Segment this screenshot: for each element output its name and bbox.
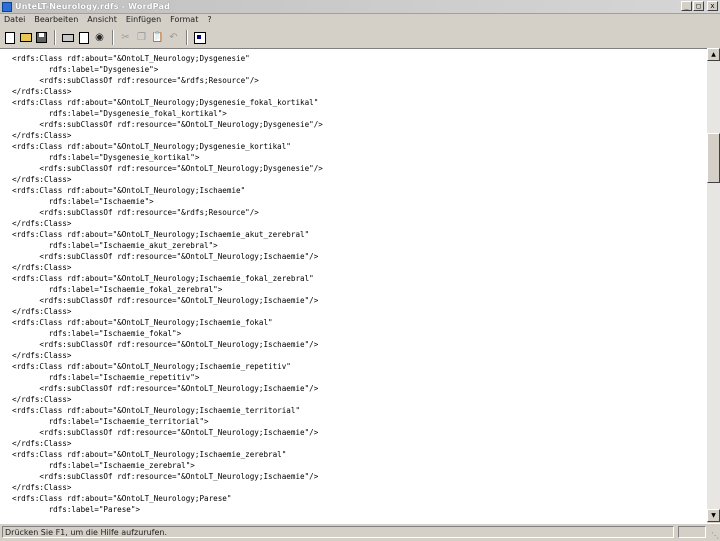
document-line: rdfs:label="Ischaemie_territorial">: [12, 417, 209, 426]
toolbar-separator: [54, 30, 56, 45]
menu-format[interactable]: Format: [166, 15, 203, 24]
document-line: rdfs:label="Dysgenesie_kortikal">: [12, 153, 200, 162]
window-controls: _ □ x: [681, 1, 718, 11]
document-line: </rdfs:Class>: [12, 307, 72, 316]
document-line: <rdfs:subClassOf rdf:resource="&OntoLT_N…: [12, 296, 319, 305]
scroll-thumb[interactable]: [707, 133, 720, 183]
menu-einfuegen[interactable]: Einfügen: [122, 15, 166, 24]
document-line: rdfs:label="Ischaemie_zerebral">: [12, 461, 195, 470]
print-button[interactable]: [60, 30, 75, 45]
document-line: rdfs:label="Ischaemie">: [12, 197, 154, 206]
document-line: <rdfs:Class rdf:about="&OntoLT_Neurology…: [12, 142, 291, 151]
document-line: <rdfs:subClassOf rdf:resource="&rdfs;Res…: [12, 76, 259, 85]
print-icon: [61, 33, 74, 42]
document-line: <rdfs:subClassOf rdf:resource="&OntoLT_N…: [12, 164, 323, 173]
cut-button[interactable]: ✂: [118, 30, 133, 45]
document-line: </rdfs:Class>: [12, 439, 72, 448]
date-time-button[interactable]: [192, 30, 207, 45]
document-editor[interactable]: <rdfs:Class rdf:about="&OntoLT_Neurology…: [0, 48, 707, 523]
document-line: <rdfs:Class rdf:about="&OntoLT_Neurology…: [12, 406, 301, 415]
document-line: <rdfs:subClassOf rdf:resource="&OntoLT_N…: [12, 340, 319, 349]
document-line: <rdfs:subClassOf rdf:resource="&OntoLT_N…: [12, 384, 319, 393]
status-bar: Drücken Sie F1, um die Hilfe aufzurufen.…: [0, 523, 720, 541]
date-time-icon: [193, 31, 206, 44]
title-bar[interactable]: UnteLT-Neurology.rdfs - WordPad _ □ x: [0, 0, 720, 14]
document-line: rdfs:label="Parese">: [12, 505, 141, 514]
scroll-down-button[interactable]: ▼: [707, 509, 720, 522]
document-line: <rdfs:Class rdf:about="&OntoLT_Neurology…: [12, 318, 273, 327]
open-button[interactable]: [18, 30, 33, 45]
document-line: rdfs:label="Dysgenesie_fokal_kortikal">: [12, 109, 227, 118]
menu-datei[interactable]: Datei: [0, 15, 30, 24]
document-line: <rdfs:subClassOf rdf:resource="&OntoLT_N…: [12, 120, 323, 129]
minimize-button[interactable]: _: [681, 1, 692, 11]
copy-icon: ❐: [137, 32, 146, 43]
save-button[interactable]: [34, 30, 49, 45]
toolbar-separator: [112, 30, 114, 45]
menu-bar: Datei Bearbeiten Ansicht Einfügen Format…: [0, 13, 720, 26]
window-title: UnteLT-Neurology.rdfs - WordPad: [15, 2, 171, 11]
print-preview-button[interactable]: [76, 30, 91, 45]
scroll-down-arrow-icon: ▼: [711, 512, 716, 519]
document-line: </rdfs:Class>: [12, 483, 72, 492]
toolbar-separator: [186, 30, 188, 45]
menu-bearbeiten[interactable]: Bearbeiten: [30, 15, 83, 24]
document-line: </rdfs:Class>: [12, 131, 72, 140]
toolbar: ◉ ✂ ❐ 📋 ↶: [2, 28, 718, 47]
document-line: <rdfs:Class rdf:about="&OntoLT_Neurology…: [12, 362, 291, 371]
paste-button[interactable]: 📋: [150, 30, 165, 45]
document-line: rdfs:label="Ischaemie_repetitiv">: [12, 373, 200, 382]
document-line: <rdfs:Class rdf:about="&OntoLT_Neurology…: [12, 494, 232, 503]
document-line: <rdfs:subClassOf rdf:resource="&OntoLT_N…: [12, 428, 319, 437]
open-icon: [19, 33, 32, 42]
document-line: </rdfs:Class>: [12, 395, 72, 404]
document-line: <rdfs:Class rdf:about="&OntoLT_Neurology…: [12, 98, 319, 107]
resize-grip-icon[interactable]: ⋱: [711, 531, 719, 540]
scroll-up-button[interactable]: ▲: [707, 48, 720, 61]
document-line: </rdfs:Class>: [12, 175, 72, 184]
cut-icon: ✂: [121, 32, 130, 43]
document-line: <rdfs:Class rdf:about="&OntoLT_Neurology…: [12, 230, 310, 239]
document-line: <rdfs:Class rdf:about="&OntoLT_Neurology…: [12, 450, 287, 459]
print-preview-icon: [78, 31, 89, 44]
document-line: </rdfs:Class>: [12, 351, 72, 360]
copy-button[interactable]: ❐: [134, 30, 149, 45]
document-line: <rdfs:Class rdf:about="&OntoLT_Neurology…: [12, 274, 314, 283]
new-button[interactable]: [2, 30, 17, 45]
vertical-scrollbar[interactable]: ▲ ▼: [707, 48, 720, 522]
find-icon: ◉: [95, 32, 104, 43]
document-line: <rdfs:Class rdf:about="&OntoLT_Neurology…: [12, 54, 250, 63]
new-icon: [4, 31, 15, 44]
save-icon: [36, 32, 47, 43]
document-line: <rdfs:subClassOf rdf:resource="&OntoLT_N…: [12, 472, 319, 481]
document-line: </rdfs:Class>: [12, 263, 72, 272]
status-text: Drücken Sie F1, um die Hilfe aufzurufen.: [2, 526, 674, 538]
paste-icon: 📋: [151, 32, 164, 43]
document-line: rdfs:label="Ischaemie_fokal_zerebral">: [12, 285, 223, 294]
document-line: <rdfs:Class rdf:about="&OntoLT_Neurology…: [12, 186, 246, 195]
scroll-up-arrow-icon: ▲: [711, 51, 716, 58]
document-line: </rdfs:Class>: [12, 87, 72, 96]
undo-icon: ↶: [169, 32, 178, 43]
document-line: rdfs:label="Ischaemie_akut_zerebral">: [12, 241, 218, 250]
find-button[interactable]: ◉: [92, 30, 107, 45]
wordpad-app-icon[interactable]: [2, 1, 12, 12]
close-button[interactable]: x: [707, 1, 718, 11]
undo-button[interactable]: ↶: [166, 30, 181, 45]
maximize-button[interactable]: □: [693, 1, 704, 11]
document-line: rdfs:label="Dysgenesie">: [12, 65, 159, 74]
document-line: <rdfs:subClassOf rdf:resource="&rdfs;Res…: [12, 208, 259, 217]
menu-help[interactable]: ?: [203, 15, 216, 24]
menu-ansicht[interactable]: Ansicht: [83, 15, 122, 24]
document-line: </rdfs:Class>: [12, 219, 72, 228]
document-line: rdfs:label="Ischaemie_fokal">: [12, 329, 182, 338]
status-pane: [678, 526, 706, 538]
document-line: <rdfs:subClassOf rdf:resource="&OntoLT_N…: [12, 252, 319, 261]
